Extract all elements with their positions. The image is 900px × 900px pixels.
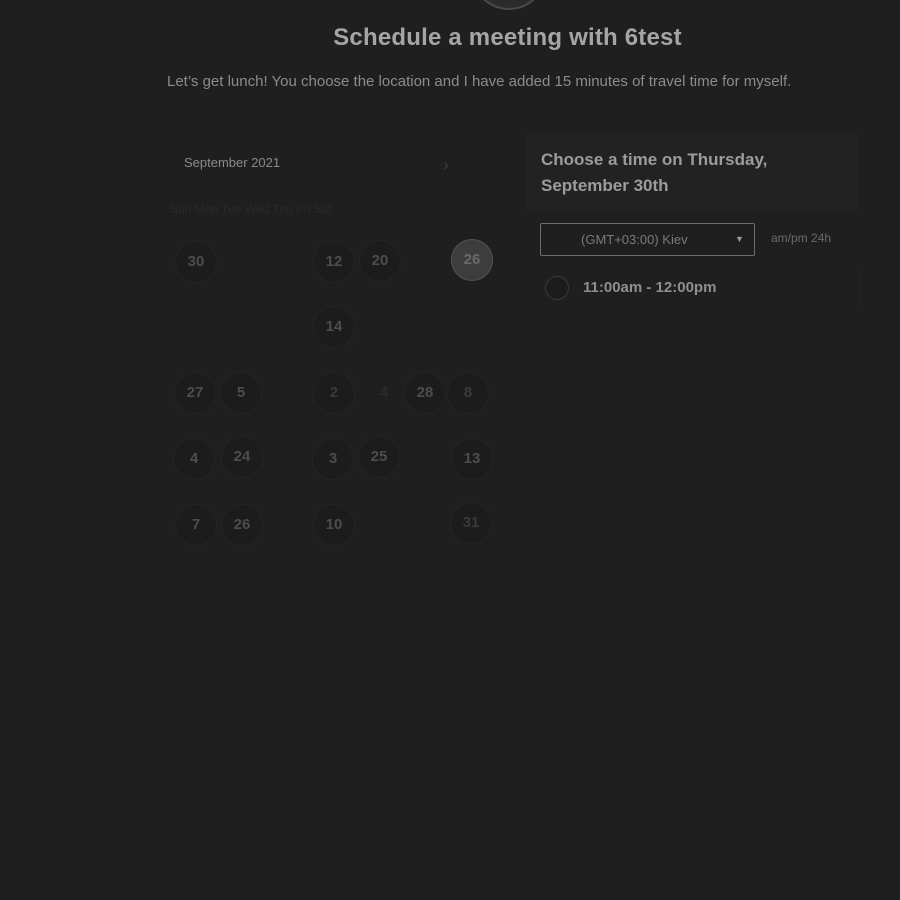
time-panel-heading: Choose a time on Thursday, September 30t… (541, 150, 768, 195)
calendar-day[interactable]: 2 (314, 373, 354, 413)
calendar-day[interactable]: 31 (451, 503, 491, 543)
date-picker-calendar: September 2021 › Sun Mon Tue Wed Thu Fri… (168, 140, 492, 560)
timezone-select[interactable]: (GMT+03:00) Kiev ▼ (540, 223, 755, 256)
time-slot[interactable]: 11:00am - 12:00pm (540, 270, 861, 306)
calendar-day[interactable]: 8 (448, 373, 488, 413)
time-panel-header: Choose a time on Thursday, September 30t… (526, 132, 858, 212)
format-ampm-option[interactable]: am/pm (771, 231, 808, 245)
calendar-day[interactable]: 7 (176, 505, 216, 545)
calendar-day[interactable]: 4 (364, 373, 404, 413)
calendar-day[interactable]: 25 (359, 437, 399, 477)
calendar-day[interactable]: 12 (314, 242, 354, 282)
calendar-day[interactable]: 10 (314, 505, 354, 545)
slot-radio[interactable] (545, 276, 569, 300)
calendar-day[interactable]: 30 (176, 242, 216, 282)
calendar-day[interactable]: 3 (313, 439, 353, 479)
calendar-day[interactable]: 20 (360, 241, 400, 281)
calendar-day[interactable]: 5 (221, 373, 261, 413)
calendar-day[interactable]: 28 (405, 373, 445, 413)
format-24h-option[interactable]: 24h (811, 231, 831, 245)
calendar-day[interactable]: 26 (222, 505, 262, 545)
time-slot-label: 11:00am - 12:00pm (583, 279, 717, 296)
calendar-day[interactable]: 24 (222, 437, 262, 477)
calendar-day[interactable]: 27 (175, 373, 215, 413)
calendar-month-label: September 2021 (184, 155, 281, 170)
time-format-toggle: am/pm 24h (771, 231, 831, 245)
page-title: Schedule a meeting with 6test (333, 24, 682, 51)
caret-down-icon: ▼ (735, 234, 744, 244)
chevron-right-icon[interactable]: › (438, 155, 454, 177)
avatar (471, 0, 547, 10)
timezone-value: (GMT+03:00) Kiev (581, 232, 688, 247)
calendar-day[interactable]: 14 (314, 307, 354, 347)
scheduling-page: Schedule a meeting with 6test Let’s get … (0, 0, 900, 900)
page-subtitle: Let’s get lunch! You choose the location… (167, 73, 792, 90)
weekday-header: Sun Mon Tue Wed Thu Fri Sat (170, 202, 332, 216)
calendar-day[interactable]: 4 (174, 439, 214, 479)
calendar-day-selected[interactable]: 26 (452, 240, 492, 280)
calendar-day[interactable]: 13 (452, 439, 492, 479)
